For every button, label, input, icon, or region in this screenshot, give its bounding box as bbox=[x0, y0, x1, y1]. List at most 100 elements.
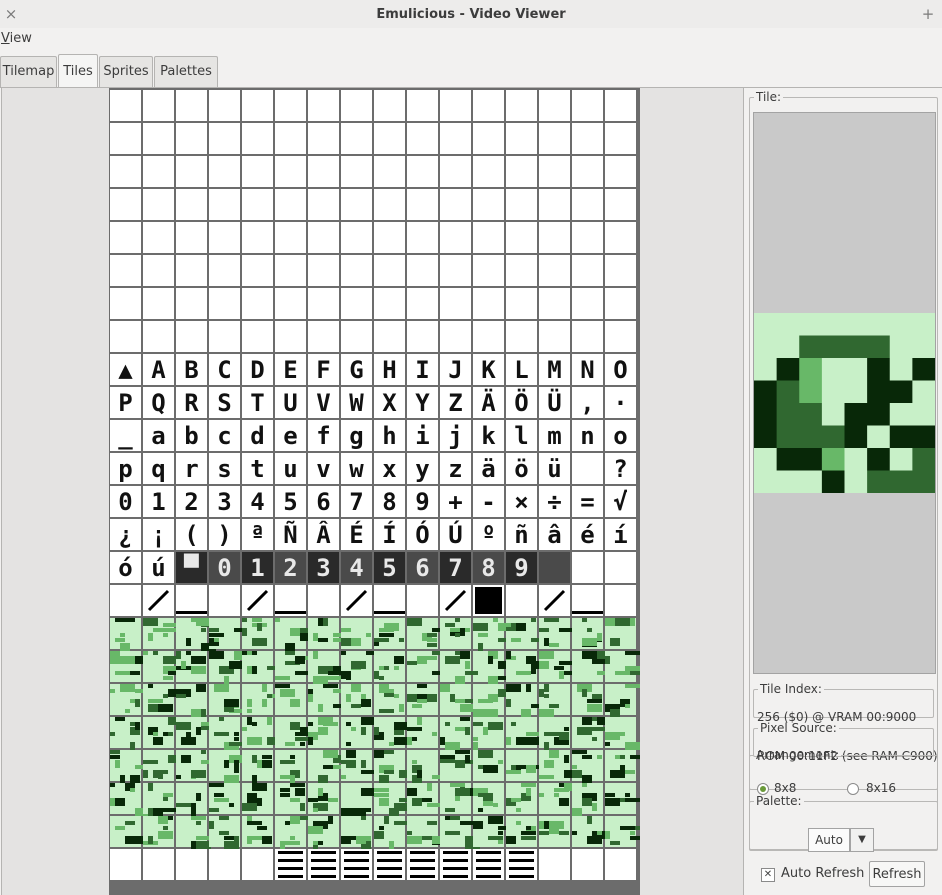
tile-cell[interactable] bbox=[209, 717, 244, 750]
tile-cell[interactable]: Ö bbox=[506, 387, 537, 418]
tile-cell[interactable]: r bbox=[176, 453, 207, 484]
tile-cell[interactable] bbox=[407, 156, 438, 187]
tile-cell[interactable] bbox=[176, 123, 207, 154]
tile-cell[interactable] bbox=[506, 321, 537, 352]
tile-cell[interactable] bbox=[572, 90, 603, 121]
tile-cell[interactable] bbox=[176, 849, 207, 880]
tile-cell[interactable] bbox=[374, 651, 405, 682]
tile-cell[interactable] bbox=[341, 222, 372, 253]
tile-cell[interactable] bbox=[506, 288, 537, 319]
tile-cell[interactable] bbox=[539, 321, 570, 352]
tile-cell[interactable] bbox=[572, 321, 603, 352]
tile-cell[interactable]: 2 bbox=[176, 486, 207, 517]
tile-cell[interactable] bbox=[440, 189, 471, 220]
tile-cell[interactable] bbox=[473, 717, 504, 750]
tile-cell[interactable] bbox=[143, 255, 174, 286]
tile-cell[interactable]: 7 bbox=[341, 486, 372, 517]
tile-cell[interactable] bbox=[308, 321, 339, 352]
tile-cell[interactable] bbox=[506, 189, 537, 220]
tile-cell[interactable] bbox=[110, 156, 141, 187]
tile-cell[interactable] bbox=[110, 321, 141, 352]
tab-tilemap[interactable]: Tilemap bbox=[0, 56, 57, 87]
tile-cell[interactable] bbox=[605, 222, 636, 253]
tile-cell[interactable] bbox=[143, 156, 174, 187]
tile-cell[interactable] bbox=[275, 321, 306, 352]
tile-cell[interactable]: j bbox=[440, 420, 471, 451]
tile-cell[interactable] bbox=[176, 750, 211, 781]
tile-cell[interactable]: E bbox=[275, 354, 306, 385]
tile-cell[interactable] bbox=[572, 849, 603, 880]
tile-cell[interactable] bbox=[407, 189, 438, 220]
tile-cell[interactable]: ü bbox=[539, 453, 570, 484]
tile-cell[interactable] bbox=[473, 90, 504, 121]
tile-cell[interactable] bbox=[275, 156, 306, 187]
tile-cell[interactable] bbox=[440, 717, 471, 750]
tile-cell[interactable]: í bbox=[605, 519, 636, 550]
tile-cell[interactable] bbox=[572, 123, 603, 154]
tile-cell[interactable]: Y bbox=[407, 387, 438, 418]
tile-cell[interactable] bbox=[440, 585, 471, 616]
tile-cell[interactable] bbox=[275, 816, 310, 849]
tile-cell[interactable] bbox=[275, 90, 306, 121]
tile-cell[interactable] bbox=[176, 90, 207, 121]
tile-cell[interactable] bbox=[407, 585, 438, 616]
tile-cell[interactable] bbox=[143, 585, 174, 616]
tile-cell[interactable]: ä bbox=[473, 453, 504, 484]
tab-palettes[interactable]: Palettes bbox=[154, 56, 218, 87]
tile-cell[interactable] bbox=[209, 849, 240, 880]
tile-cell[interactable] bbox=[539, 123, 570, 154]
tile-cell[interactable]: c bbox=[209, 420, 240, 451]
tile-cell[interactable] bbox=[506, 123, 537, 154]
tile-cell[interactable] bbox=[605, 189, 636, 220]
tile-cell[interactable] bbox=[242, 783, 273, 814]
tile-cell[interactable] bbox=[440, 783, 475, 814]
tile-cell[interactable] bbox=[539, 816, 570, 847]
tile-cell[interactable] bbox=[605, 552, 636, 583]
tile-cell[interactable] bbox=[605, 321, 636, 352]
tile-cell[interactable] bbox=[440, 222, 471, 253]
tile-cell[interactable] bbox=[209, 618, 244, 649]
tile-cell[interactable]: 6 bbox=[407, 552, 438, 583]
tile-cell[interactable] bbox=[242, 750, 273, 783]
tile-cell[interactable] bbox=[176, 585, 207, 616]
tile-cell[interactable] bbox=[572, 222, 603, 253]
tile-cell[interactable]: A bbox=[143, 354, 174, 385]
tile-cell[interactable]: + bbox=[440, 486, 471, 517]
tile-cell[interactable]: º bbox=[473, 519, 504, 550]
tile-cell[interactable] bbox=[473, 750, 504, 781]
tile-cell[interactable] bbox=[110, 651, 145, 682]
tile-cell[interactable]: 5 bbox=[275, 486, 306, 517]
tile-cell[interactable] bbox=[308, 189, 339, 220]
tile-cell[interactable] bbox=[605, 849, 636, 880]
tile-cell[interactable]: 5 bbox=[374, 552, 405, 583]
tile-cell[interactable] bbox=[605, 684, 640, 717]
tile-cell[interactable] bbox=[605, 618, 636, 649]
tile-cell[interactable]: - bbox=[473, 486, 504, 517]
tile-cell[interactable]: ? bbox=[605, 453, 636, 484]
tile-cell[interactable]: ö bbox=[506, 453, 537, 484]
tile-cell[interactable] bbox=[374, 255, 405, 286]
tile-cell[interactable] bbox=[506, 585, 537, 616]
tile-cell[interactable] bbox=[341, 585, 372, 616]
tile-cell[interactable] bbox=[539, 222, 570, 253]
tile-cell[interactable]: 4 bbox=[242, 486, 273, 517]
tile-cell[interactable] bbox=[308, 156, 339, 187]
tile-cell[interactable] bbox=[539, 255, 570, 286]
tile-cell[interactable] bbox=[143, 288, 174, 319]
tile-cell[interactable] bbox=[605, 585, 636, 616]
tile-cell[interactable] bbox=[242, 816, 273, 847]
tile-cell[interactable]: v bbox=[308, 453, 339, 484]
tab-sprites[interactable]: Sprites bbox=[99, 56, 153, 87]
tile-cell[interactable] bbox=[572, 750, 603, 783]
tile-cell[interactable]: · bbox=[605, 387, 636, 418]
tile-cell[interactable] bbox=[440, 849, 471, 880]
tile-cell[interactable] bbox=[275, 684, 306, 715]
auto-refresh-label[interactable]: Auto Refresh bbox=[781, 866, 864, 881]
tile-cell[interactable] bbox=[308, 255, 339, 286]
tile-cell[interactable] bbox=[209, 255, 240, 286]
tile-cell[interactable]: Z bbox=[440, 387, 471, 418]
tile-cell[interactable] bbox=[143, 222, 174, 253]
tile-cell[interactable]: 3 bbox=[209, 486, 240, 517]
tile-cell[interactable] bbox=[374, 189, 405, 220]
tile-cell[interactable] bbox=[407, 684, 438, 715]
